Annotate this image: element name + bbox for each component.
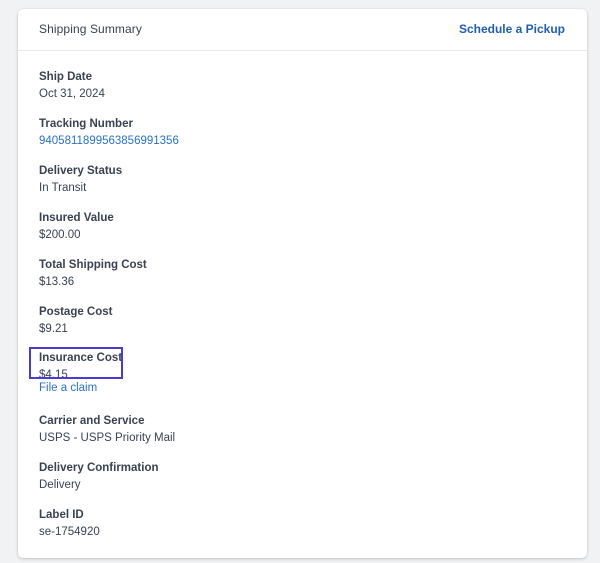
file-claim-link[interactable]: File a claim bbox=[39, 381, 97, 395]
total-shipping-cost-value: $13.36 bbox=[39, 276, 75, 288]
tracking-number-link[interactable]: 9405811899563856991356 bbox=[39, 134, 179, 148]
insurance-cost-field: Insurance Cost $4.15 bbox=[39, 351, 122, 382]
ship-date-label: Ship Date bbox=[39, 71, 93, 83]
card-header: Shipping Summary Schedule a Pickup bbox=[18, 9, 587, 51]
tracking-number-field: Tracking Number 9405811899563856991356 bbox=[39, 117, 179, 148]
tracking-number-label: Tracking Number bbox=[39, 118, 133, 130]
delivery-status-field: Delivery Status In Transit bbox=[39, 164, 122, 195]
insurance-cost-label: Insurance Cost bbox=[39, 352, 123, 364]
insured-value-field: Insured Value $200.00 bbox=[39, 211, 114, 242]
ship-date-value: Oct 31, 2024 bbox=[39, 88, 105, 100]
delivery-confirmation-field: Delivery Confirmation Delivery bbox=[39, 461, 159, 492]
label-id-label: Label ID bbox=[39, 509, 84, 521]
card-title: Shipping Summary bbox=[39, 22, 142, 36]
total-shipping-cost-label: Total Shipping Cost bbox=[39, 259, 147, 271]
schedule-pickup-link[interactable]: Schedule a Pickup bbox=[459, 22, 565, 36]
delivery-confirmation-value: Delivery bbox=[39, 479, 81, 491]
insured-value-label: Insured Value bbox=[39, 212, 114, 224]
ship-date-field: Ship Date Oct 31, 2024 bbox=[39, 70, 105, 101]
carrier-service-field: Carrier and Service USPS - USPS Priority… bbox=[39, 414, 175, 445]
label-id-field: Label ID se-1754920 bbox=[39, 508, 100, 539]
postage-cost-label: Postage Cost bbox=[39, 306, 113, 318]
delivery-confirmation-label: Delivery Confirmation bbox=[39, 462, 159, 474]
delivery-status-label: Delivery Status bbox=[39, 165, 123, 177]
carrier-service-value: USPS - USPS Priority Mail bbox=[39, 432, 176, 444]
insured-value-value: $200.00 bbox=[39, 229, 81, 241]
postage-cost-value: $9.21 bbox=[39, 323, 68, 335]
shipping-summary-card: Shipping Summary Schedule a Pickup Ship … bbox=[18, 9, 587, 558]
total-shipping-cost-field: Total Shipping Cost $13.36 bbox=[39, 258, 147, 289]
delivery-status-value: In Transit bbox=[39, 182, 87, 194]
label-id-value: se-1754920 bbox=[39, 526, 100, 538]
postage-cost-field: Postage Cost $9.21 bbox=[39, 305, 113, 336]
carrier-service-label: Carrier and Service bbox=[39, 415, 145, 427]
insurance-cost-value: $4.15 bbox=[39, 369, 68, 381]
